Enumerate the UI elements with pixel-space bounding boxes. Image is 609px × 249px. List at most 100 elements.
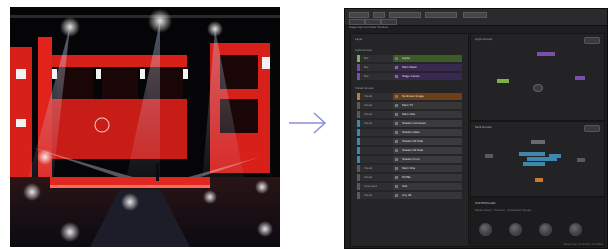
stage-photo xyxy=(10,7,280,247)
layer-row[interactable]: Bar Lights xyxy=(357,55,462,62)
dropdown-control[interactable] xyxy=(389,12,421,18)
layer-checkbox[interactable] xyxy=(395,66,398,69)
layer-color-chip xyxy=(357,156,360,163)
layer-row[interactable]: Bar Stage Center xyxy=(357,73,462,80)
layer-color-chip xyxy=(357,183,360,190)
layer-checkbox[interactable] xyxy=(395,167,398,170)
status-text: Stagemap Controller 2.0 Beta xyxy=(563,242,603,246)
layer-label: Stage Center xyxy=(402,74,420,78)
layer-name: Visual xyxy=(364,166,373,170)
layer-checkbox[interactable] xyxy=(395,104,398,107)
layer-row[interactable]: Visual Nonlinear Image xyxy=(357,93,462,100)
layer-row[interactable]: Visual NOSE xyxy=(357,174,462,181)
menu-control[interactable] xyxy=(349,12,369,18)
layer-color-chip xyxy=(357,129,360,136)
layer-checkbox[interactable] xyxy=(395,122,398,125)
layer-row[interactable]: Shader Fill Side xyxy=(357,138,462,145)
layer-checkbox[interactable] xyxy=(395,194,398,197)
layer-row[interactable]: Visual Main Vibe xyxy=(357,111,462,118)
layer-checkbox[interactable] xyxy=(395,75,398,78)
graph-node[interactable] xyxy=(575,76,585,80)
layer-checkbox[interactable] xyxy=(395,176,398,179)
control-knob[interactable] xyxy=(569,223,582,236)
menu-control[interactable] xyxy=(373,12,385,18)
layer-row[interactable]: Keyboard Sub xyxy=(357,183,462,190)
layer-row[interactable]: Shader Glare xyxy=(357,129,462,136)
layer-label: Main TV xyxy=(402,103,414,107)
graph-dropdown[interactable] xyxy=(584,125,600,132)
graph-output-node[interactable] xyxy=(533,84,543,92)
window-title: Stagemap Controller Window xyxy=(349,25,389,29)
layer-color-chip xyxy=(357,93,360,100)
layer-label: Shader Front xyxy=(402,157,420,161)
layer-checkbox[interactable] xyxy=(395,113,398,116)
layer-checkbox[interactable] xyxy=(395,185,398,188)
graph-node[interactable] xyxy=(577,158,585,162)
dropdown-control[interactable] xyxy=(463,12,487,18)
layer-label: Nonlinear Image xyxy=(402,94,425,98)
graph-label: Multi Render xyxy=(475,125,493,129)
layer-label: Shader Fill Side xyxy=(402,139,424,143)
controller-app-window: Stagemap Controller Window Layer Light G… xyxy=(344,8,608,249)
group-header[interactable]: Visual Groups xyxy=(355,87,374,90)
layer-name: Visual xyxy=(364,94,373,98)
layer-color-chip xyxy=(357,147,360,154)
graph-node[interactable] xyxy=(485,154,493,158)
layer-panel-label: Layer xyxy=(355,37,363,41)
dropdown-control[interactable] xyxy=(425,12,457,18)
layer-name: Visual xyxy=(364,193,373,197)
controller-title: CONTROLLER xyxy=(475,201,496,205)
layer-label: Main Wash xyxy=(402,65,417,69)
layer-color-chip xyxy=(357,102,360,109)
layer-checkbox[interactable] xyxy=(395,149,398,152)
layer-name: Bar xyxy=(364,74,369,78)
toolbar xyxy=(345,9,607,26)
control-knob[interactable] xyxy=(539,223,552,236)
group-header[interactable]: Light Groups xyxy=(355,49,372,52)
layer-label: Shader Glare xyxy=(402,130,420,134)
layer-checkbox[interactable] xyxy=(395,158,398,161)
controller-subtitle: Mode Select · Kinetics · Quantized Sweep xyxy=(475,208,532,212)
layer-row[interactable]: Shader Front xyxy=(357,156,462,163)
layer-color-chip xyxy=(357,64,360,71)
layer-label: NOSE xyxy=(402,175,411,179)
graph-node[interactable] xyxy=(497,79,509,83)
graph-node[interactable] xyxy=(537,52,555,56)
layer-color-chip xyxy=(357,55,360,62)
multi-render-graph: Multi Render xyxy=(470,121,605,197)
layer-color-chip xyxy=(357,174,360,181)
layer-checkbox[interactable] xyxy=(395,131,398,134)
arrow-right-icon xyxy=(289,112,327,134)
layer-color-chip xyxy=(357,111,360,118)
graph-node[interactable] xyxy=(535,178,543,182)
layer-row[interactable]: Visual Shader Overhead xyxy=(357,120,462,127)
light-groups-graph: Light Groups xyxy=(470,33,605,121)
layer-name: Visual xyxy=(364,121,373,125)
layer-row[interactable]: Visual Main Vibe xyxy=(357,165,462,172)
layer-color-chip xyxy=(357,138,360,145)
layer-label: Lights xyxy=(402,56,411,60)
layer-name: Bar xyxy=(364,65,369,69)
graph-dropdown[interactable] xyxy=(584,37,600,44)
layer-row[interactable]: Bar Main Wash xyxy=(357,64,462,71)
layer-label: Any 28 xyxy=(402,193,412,197)
layer-row[interactable]: Visual Main TV xyxy=(357,102,462,109)
layer-checkbox[interactable] xyxy=(395,140,398,143)
layer-panel: Layer Light Groups Bar Lights Bar Main W… xyxy=(350,33,469,247)
layer-label: Shader Fill Side xyxy=(402,148,424,152)
layer-checkbox[interactable] xyxy=(395,57,398,60)
graph-node[interactable] xyxy=(531,140,545,144)
layer-name: Bar xyxy=(364,56,369,60)
layer-checkbox[interactable] xyxy=(395,95,398,98)
layer-color-chip xyxy=(357,73,360,80)
control-knob[interactable] xyxy=(509,223,522,236)
stage-illustration xyxy=(10,7,280,247)
layer-row[interactable]: Visual Any 28 xyxy=(357,192,462,199)
layer-label: Sub xyxy=(402,184,408,188)
graph-node[interactable] xyxy=(549,154,561,158)
graph-node[interactable] xyxy=(519,152,545,156)
graph-node[interactable] xyxy=(523,162,545,166)
control-knob[interactable] xyxy=(479,223,492,236)
layer-row[interactable]: Shader Fill Side xyxy=(357,147,462,154)
layer-label: Shader Overhead xyxy=(402,121,426,125)
